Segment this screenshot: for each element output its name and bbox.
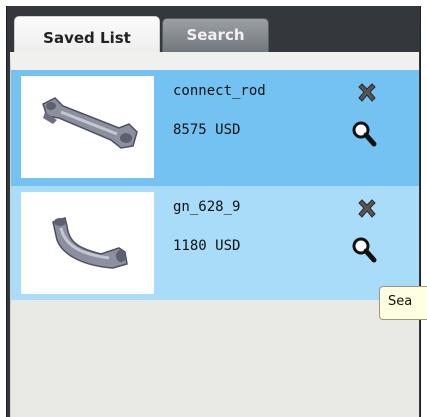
tab-search[interactable]: Search [162, 18, 269, 54]
item-name: connect_rod [173, 83, 266, 99]
item-price: 1180 USD [173, 238, 241, 254]
tab-search-label: Search [186, 26, 245, 44]
saved-item-gn-628-9[interactable]: gn_628_9 1180 USD [11, 186, 419, 300]
magnifier-icon [352, 237, 377, 263]
delete-x-icon [358, 199, 376, 218]
item-price: 8575 USD [173, 122, 241, 138]
delete-item-button[interactable] [356, 82, 378, 104]
item-name: gn_628_9 [173, 199, 241, 215]
tooltip: Sea [379, 286, 427, 320]
delete-item-button[interactable] [356, 198, 378, 220]
tab-saved-list-label: Saved List [43, 28, 131, 47]
magnifier-icon [352, 121, 377, 147]
connecting-rod-part-icon [42, 97, 138, 149]
part-thumbnail[interactable] [21, 76, 154, 178]
saved-items-list: connect_rod 8575 USD gn_628_9 1180 USD [11, 70, 419, 300]
part-thumbnail[interactable] [21, 192, 154, 294]
saved-item-connect-rod[interactable]: connect_rod 8575 USD [11, 70, 419, 186]
saved-list-panel: connect_rod 8575 USD gn_628_9 1180 USD [10, 52, 419, 417]
view-item-button[interactable] [351, 236, 377, 264]
delete-x-icon [358, 83, 376, 102]
u-handle-part-icon [52, 217, 128, 269]
view-item-button[interactable] [351, 120, 377, 148]
